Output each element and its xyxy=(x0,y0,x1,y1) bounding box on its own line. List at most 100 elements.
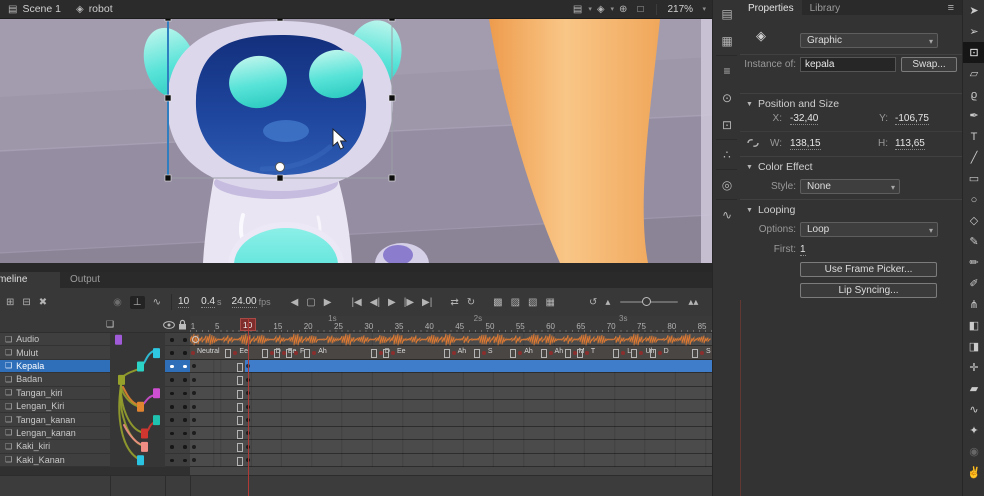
mouth-keyframe-dot[interactable] xyxy=(639,351,643,355)
layer-visibility-lock-cell[interactable] xyxy=(165,413,190,426)
link-width-height-icon[interactable] xyxy=(745,136,761,150)
go-to-first-icon[interactable]: |◀ xyxy=(351,297,361,308)
layer-row[interactable]: ❑Audio xyxy=(0,333,712,346)
first-frame-value[interactable]: 1 xyxy=(800,244,806,256)
section-position-size[interactable]: ▼Position and Size xyxy=(746,98,839,110)
layer-color-swatch[interactable] xyxy=(137,402,144,412)
layer-visibility-lock-cell[interactable] xyxy=(165,373,190,386)
parenting-view-icon[interactable]: ⊥ xyxy=(130,296,145,309)
layer-color-swatch[interactable] xyxy=(153,415,160,425)
clapperboard-icon[interactable]: ▤ xyxy=(573,4,582,15)
swatch-grid-icon[interactable]: ▦ xyxy=(713,27,741,54)
lock-dot[interactable] xyxy=(183,338,187,342)
loop-options-dropdown[interactable]: Loop▾ xyxy=(800,222,938,237)
layer-color-swatch[interactable] xyxy=(153,348,160,358)
color-swatches-icon[interactable]: ▤ xyxy=(713,0,741,27)
edit-symbols-icon[interactable]: ◈ xyxy=(597,4,605,15)
step-back-icon[interactable]: ◀ xyxy=(291,297,299,308)
onion-outlines-icon[interactable]: ▨ xyxy=(511,297,520,308)
selected-frame-span[interactable] xyxy=(245,360,712,372)
mouth-keyframe-dot[interactable] xyxy=(700,351,704,355)
stage-zoom-value[interactable]: 217% xyxy=(667,4,701,15)
breadcrumb-scene[interactable]: Scene 1 xyxy=(22,3,61,15)
delete-layer-icon[interactable]: ✖ xyxy=(39,297,47,308)
layer-visibility-lock-cell[interactable] xyxy=(165,346,190,359)
prev-frame-icon[interactable]: ◀| xyxy=(370,297,380,308)
keyframe-dot[interactable] xyxy=(192,431,196,435)
tab-output[interactable]: Output xyxy=(60,272,110,288)
layer-frames-kaki_kanan[interactable] xyxy=(190,454,712,467)
mouth-keyframe-dot[interactable] xyxy=(549,351,553,355)
timeline-ruler[interactable]: 151520253035404550556065707580851s2s3s10 xyxy=(190,316,712,333)
layer-visibility-lock-cell[interactable] xyxy=(165,360,190,373)
lock-dot[interactable] xyxy=(183,392,187,396)
stage-canvas[interactable] xyxy=(0,19,712,263)
layer-row[interactable]: ❑Kepala xyxy=(0,360,712,373)
ink-bottle-tool[interactable]: ◨ xyxy=(963,336,984,357)
visibility-dot[interactable] xyxy=(170,418,174,422)
pencil-tool[interactable]: ✎ xyxy=(963,231,984,252)
layer-frames-lengan_kanan[interactable] xyxy=(190,427,712,440)
edit-multiple-frames-icon[interactable]: ▧ xyxy=(528,297,537,308)
mouth-keyframe-dot[interactable] xyxy=(391,351,395,355)
visibility-dot[interactable] xyxy=(170,445,174,449)
reset-timeline-zoom-icon[interactable]: ↺ xyxy=(589,297,597,308)
bone-tool[interactable]: ⋔ xyxy=(963,294,984,315)
layer-row[interactable]: ❑Tangan_kanan xyxy=(0,413,712,426)
lock-dot[interactable] xyxy=(183,365,187,369)
center-frame-icon[interactable]: ⊕ xyxy=(619,4,627,15)
layer-visibility-lock-cell[interactable] xyxy=(165,400,190,413)
lock-dot[interactable] xyxy=(183,418,187,422)
use-frame-picker-button[interactable]: Use Frame Picker... xyxy=(800,262,937,277)
onion-marker-icon[interactable]: ▦ xyxy=(545,297,554,308)
mouth-keyframe-dot[interactable] xyxy=(621,351,625,355)
frame-rate-value[interactable]: 24.00 xyxy=(232,296,257,308)
y-value[interactable]: -106,75 xyxy=(895,113,929,125)
visibility-dot[interactable] xyxy=(170,432,174,436)
loop-playback-icon[interactable]: ↻ xyxy=(467,297,475,308)
swap-button[interactable]: Swap... xyxy=(901,57,957,72)
panel-menu-icon[interactable]: ≡ xyxy=(948,2,962,14)
lock-icon[interactable] xyxy=(178,319,187,330)
visibility-dot[interactable] xyxy=(170,365,174,369)
next-frame-icon[interactable]: |▶ xyxy=(404,297,414,308)
layer-row[interactable]: ❑Lengan_kanan xyxy=(0,427,712,440)
rectangle-tool[interactable]: ▭ xyxy=(963,168,984,189)
layer-name-badan[interactable]: ❑Badan xyxy=(0,373,110,386)
flip-frames-icon[interactable]: ⇄ xyxy=(450,297,458,308)
mouth-keyframe-dot[interactable] xyxy=(518,351,522,355)
section-looping[interactable]: ▼Looping xyxy=(746,204,795,216)
clip-content-icon[interactable]: □ xyxy=(637,4,643,15)
symbol-type-dropdown[interactable]: Graphic▾ xyxy=(800,33,938,48)
lock-dot[interactable] xyxy=(183,351,187,355)
layer-name-kaki_kiri[interactable]: ❑Kaki_kiri xyxy=(0,440,110,453)
width-tool[interactable]: ∿ xyxy=(963,399,984,420)
align-icon[interactable]: ≡ xyxy=(713,57,741,84)
mouth-keyframe-dot[interactable] xyxy=(482,351,486,355)
layer-frames-tangan_kanan[interactable] xyxy=(190,413,712,426)
layer-frames-mulut[interactable]: NeutralEeDEeFAhDEeAhSAhAhMTLUhDS xyxy=(190,346,712,359)
zoom-out-frames-icon[interactable]: ▴ xyxy=(605,297,610,308)
classic-brush-tool[interactable]: ✏ xyxy=(963,252,984,273)
visibility-dot[interactable] xyxy=(170,405,174,409)
polystar-tool[interactable]: ◇ xyxy=(963,210,984,231)
w-value[interactable]: 138,15 xyxy=(790,138,821,150)
layer-visibility-lock-cell[interactable] xyxy=(165,427,190,440)
layer-row[interactable]: ❑MulutNeutralEeDEeFAhDEeAhSAhAhMTLUhDS xyxy=(0,346,712,359)
visibility-dot[interactable] xyxy=(170,378,174,382)
layer-color-swatch[interactable] xyxy=(137,362,144,372)
keyframe-dot[interactable] xyxy=(192,364,196,368)
instance-name-input[interactable] xyxy=(800,57,896,72)
layer-frames-badan[interactable] xyxy=(190,373,712,386)
selection-tool[interactable]: ➤ xyxy=(963,0,984,21)
layer-color-swatch[interactable] xyxy=(115,335,122,345)
lasso-tool[interactable]: ϱ xyxy=(963,84,984,105)
layer-color-swatch[interactable] xyxy=(141,429,148,439)
go-to-last-icon[interactable]: ▶| xyxy=(422,297,432,308)
lock-dot[interactable] xyxy=(183,432,187,436)
text-tool[interactable]: T xyxy=(963,126,984,147)
section-color-effect[interactable]: ▼Color Effect xyxy=(746,161,813,173)
layer-frames-kaki_kiri[interactable] xyxy=(190,440,712,453)
timeline-zoom-slider[interactable] xyxy=(620,301,678,303)
subselection-tool[interactable]: ➢ xyxy=(963,21,984,42)
